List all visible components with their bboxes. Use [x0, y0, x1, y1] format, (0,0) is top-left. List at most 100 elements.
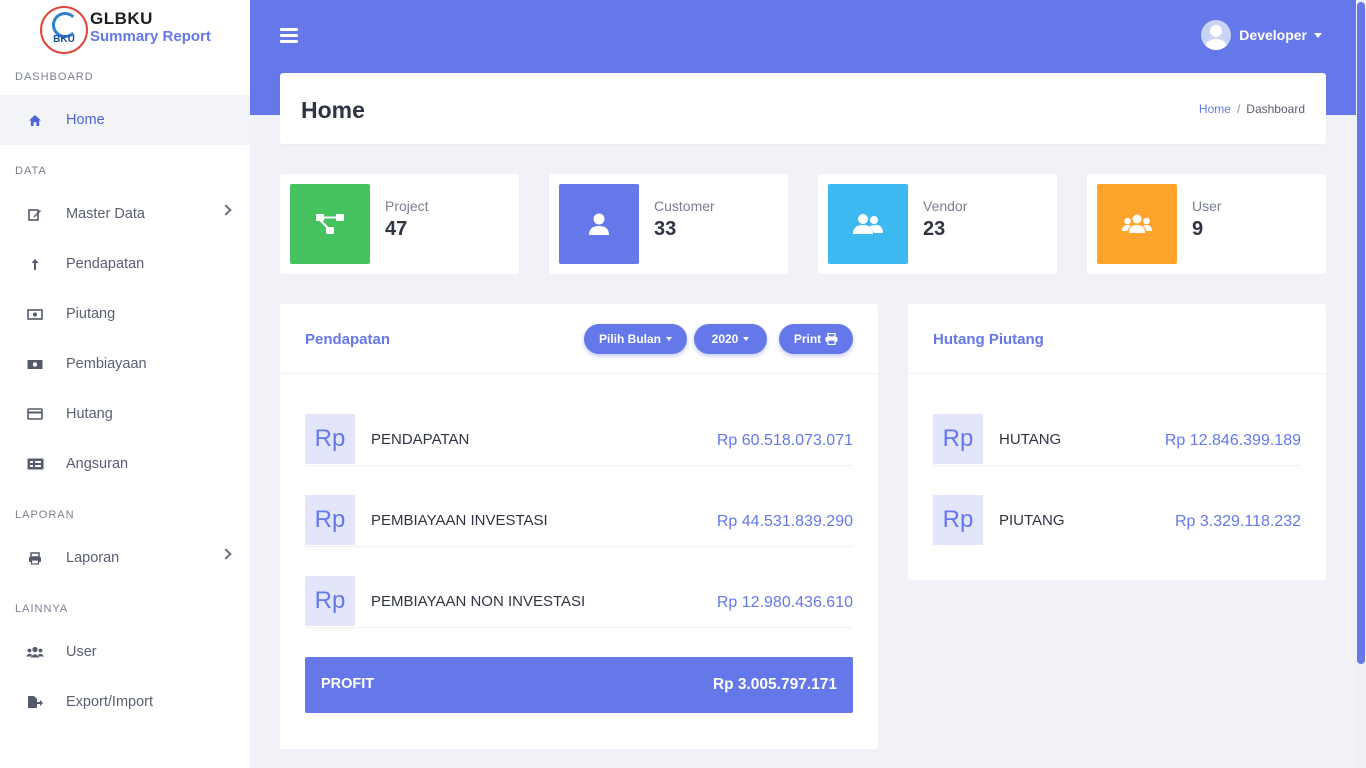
sidebar: BKU GLBKU Summary Report DASHBOARD Home … [0, 0, 250, 768]
sidebar-item-label: Hutang [66, 406, 113, 422]
row-label: PIUTANG [999, 512, 1065, 529]
breadcrumb-current: Dashboard [1246, 102, 1305, 116]
home-icon [26, 111, 44, 129]
sidebar-item-label: Master Data [66, 206, 145, 222]
caret-down-icon [743, 337, 750, 341]
file-export-icon [26, 693, 44, 711]
sidebar-item-hutang[interactable]: Hutang [0, 389, 250, 439]
panel-header: Hutang Piutang [908, 304, 1326, 374]
panel-title: Hutang Piutang [933, 331, 1044, 348]
brand-title: GLBKU [90, 9, 153, 28]
user-icon [589, 213, 609, 235]
caret-down-icon [666, 337, 672, 341]
sidebar-item-master-data[interactable]: Master Data [0, 189, 250, 239]
stat-label: Customer [654, 198, 715, 214]
brand-subtitle: Summary Report [90, 28, 211, 45]
scrollbar-thumb[interactable] [1357, 2, 1365, 664]
row-amount: Rp 12.846.399.189 [1164, 432, 1301, 449]
rupiah-icon: Rp [305, 414, 355, 464]
sidebar-item-label: Export/Import [66, 694, 154, 710]
user-name: Developer [1239, 27, 1307, 43]
stat-icon-box [290, 184, 370, 264]
brand-logo: BKU [40, 6, 88, 54]
user-friends-icon [853, 214, 883, 234]
stat-value: 9 [1192, 218, 1204, 240]
breadcrumb: Home / Dashboard [1199, 102, 1305, 116]
list-item: Rp PENDAPATAN Rp 60.518.073.071 [305, 385, 853, 466]
profit-bar: PROFIT Rp 3.005.797.171 [305, 657, 853, 713]
row-label: HUTANG [999, 431, 1062, 448]
sidebar-item-label: Angsuran [66, 456, 129, 472]
edit-icon [26, 205, 44, 223]
sidebar-item-export-import[interactable]: Export/Import [0, 677, 250, 727]
project-diagram-icon [316, 214, 344, 234]
row-label: PENDAPATAN [371, 431, 470, 448]
row-amount: Rp 60.518.073.071 [716, 432, 853, 449]
arrow-up-icon [26, 255, 44, 273]
chevron-right-icon [220, 204, 232, 216]
printer-icon [26, 549, 44, 567]
list-item: Rp PIUTANG Rp 3.329.118.232 [933, 466, 1301, 547]
nav-section-data: DATA [15, 165, 47, 177]
row-amount: Rp 44.531.839.290 [716, 513, 853, 530]
stat-label: User [1192, 198, 1222, 214]
sidebar-item-label: Home [66, 112, 105, 128]
menu-toggle-icon[interactable] [280, 28, 298, 43]
sidebar-item-piutang[interactable]: Piutang [0, 289, 250, 339]
month-select-button[interactable]: Pilih Bulan [584, 324, 687, 354]
rupiah-icon: Rp [305, 576, 355, 626]
pendapatan-panel: Pendapatan Pilih Bulan 2020 Print Rp PEN… [280, 304, 878, 749]
sidebar-item-pembiayaan[interactable]: Pembiayaan [0, 339, 250, 389]
sidebar-item-laporan[interactable]: Laporan [0, 533, 250, 583]
user-menu[interactable]: Developer [1201, 20, 1322, 50]
sidebar-item-label: Pembiayaan [66, 356, 147, 372]
row-amount: Rp 3.329.118.232 [1174, 513, 1301, 530]
caret-down-icon [1314, 32, 1322, 38]
sidebar-item-label: Piutang [66, 306, 116, 322]
stat-value: 33 [654, 218, 677, 240]
row-label: PEMBIAYAAN INVESTASI [371, 512, 548, 529]
rupiah-icon: Rp [305, 495, 355, 545]
print-button[interactable]: Print [779, 324, 853, 354]
profit-amount: Rp 3.005.797.171 [712, 676, 837, 693]
sidebar-item-home[interactable]: Home [0, 95, 250, 145]
printer-icon [825, 333, 838, 345]
stat-card-user: User 9 [1087, 174, 1326, 274]
hutang-piutang-panel: Hutang Piutang Rp HUTANG Rp 12.846.399.1… [908, 304, 1326, 580]
page-title: Home [301, 97, 365, 123]
sidebar-item-user[interactable]: User [0, 627, 250, 677]
avatar [1201, 20, 1232, 50]
stat-icon-box [1097, 184, 1177, 264]
rupiah-icon: Rp [933, 495, 983, 545]
nav-section-lainnya: LAINNYA [15, 603, 69, 615]
panel-title: Pendapatan [305, 331, 391, 348]
profit-label: PROFIT [321, 676, 375, 692]
list-item: Rp PEMBIAYAAN NON INVESTASI Rp 12.980.43… [305, 547, 853, 628]
sidebar-item-angsuran[interactable]: Angsuran [0, 439, 250, 489]
row-label: PEMBIAYAAN NON INVESTASI [371, 593, 586, 610]
sidebar-item-label: Pendapatan [66, 256, 145, 272]
stat-card-vendor: Vendor 23 [818, 174, 1057, 274]
list-item: Rp HUTANG Rp 12.846.399.189 [933, 385, 1301, 466]
users-icon [1122, 214, 1152, 233]
panel-header: Pendapatan Pilih Bulan 2020 Print [280, 304, 878, 374]
sidebar-item-pendapatan[interactable]: Pendapatan [0, 239, 250, 289]
stat-card-project: Project 47 [280, 174, 519, 274]
row-amount: Rp 12.980.436.610 [716, 594, 853, 611]
stat-card-customer: Customer 33 [549, 174, 788, 274]
money-bill-wave-icon [26, 355, 44, 373]
stat-icon-box [828, 184, 908, 264]
chevron-right-icon [220, 548, 232, 560]
breadcrumb-home-link[interactable]: Home [1199, 102, 1231, 116]
year-select-button[interactable]: 2020 [694, 324, 767, 354]
users-icon [26, 643, 44, 661]
sidebar-item-label: Laporan [66, 550, 120, 566]
brand[interactable]: BKU GLBKU Summary Report [0, 0, 250, 60]
page-header: Home Home / Dashboard [280, 73, 1326, 144]
stat-icon-box [559, 184, 639, 264]
rupiah-icon: Rp [933, 414, 983, 464]
stat-label: Vendor [923, 198, 968, 214]
list-item: Rp PEMBIAYAAN INVESTASI Rp 44.531.839.29… [305, 466, 853, 547]
scrollbar[interactable] [1356, 0, 1366, 768]
stat-value: 47 [385, 218, 408, 240]
